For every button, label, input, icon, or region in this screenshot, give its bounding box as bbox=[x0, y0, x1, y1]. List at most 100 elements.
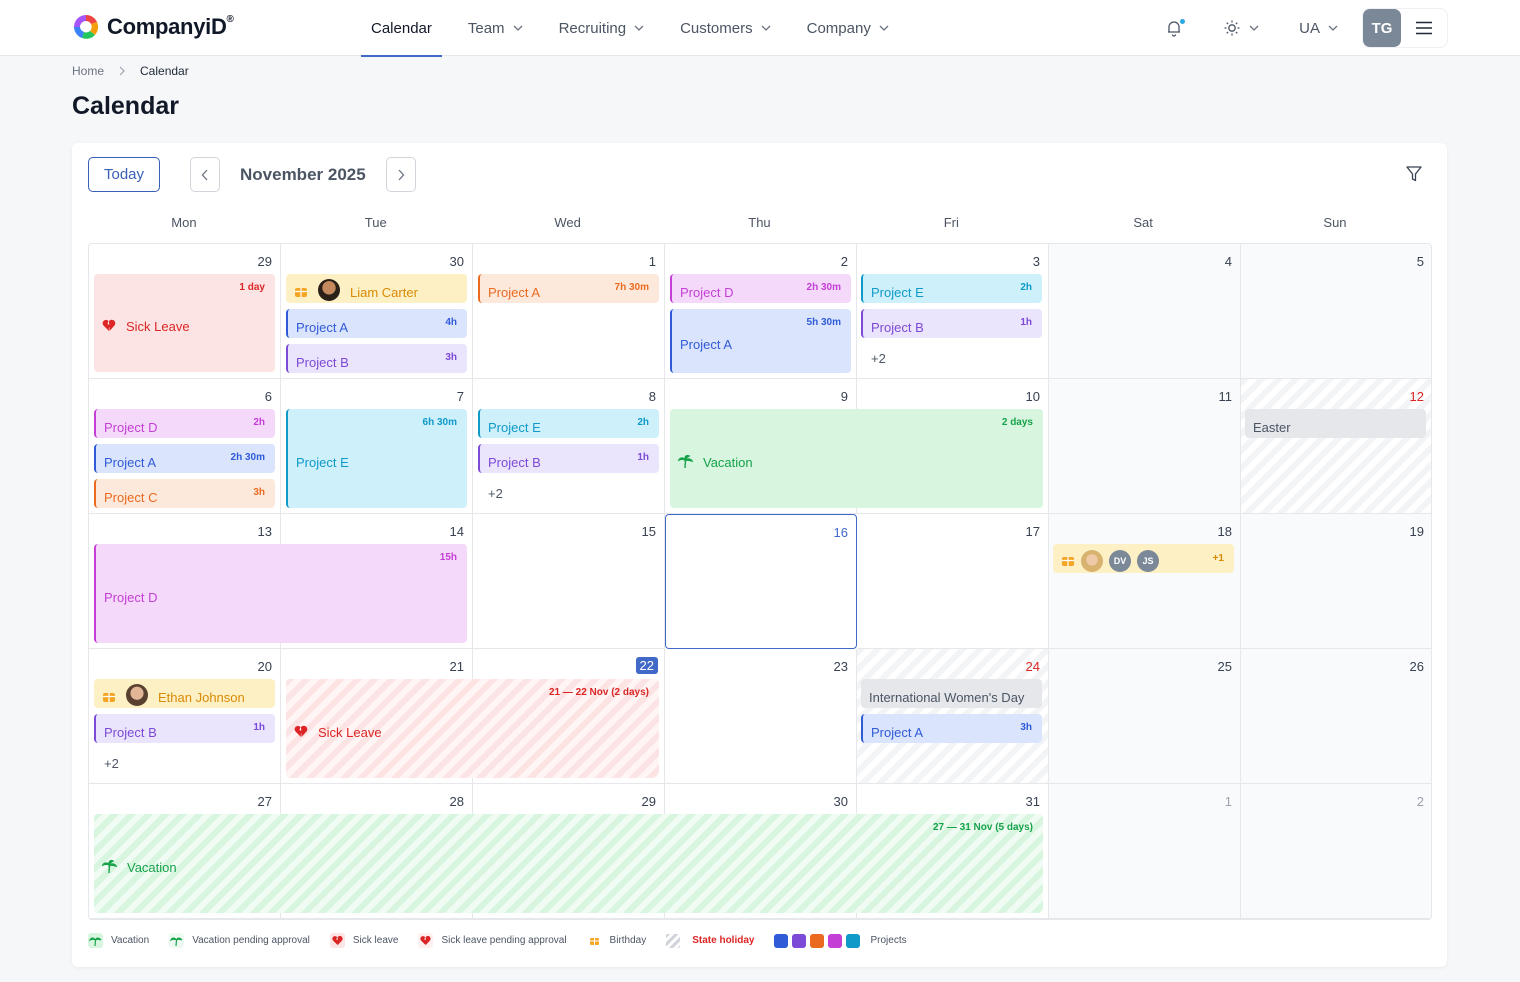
day-number: 4 bbox=[1224, 254, 1232, 269]
user-avatar[interactable]: TG bbox=[1363, 9, 1401, 47]
today-button[interactable]: Today bbox=[88, 157, 160, 192]
project-event[interactable]: Project B 1h bbox=[94, 714, 275, 743]
day-number: 15 bbox=[641, 524, 656, 539]
current-month: November 2025 bbox=[240, 164, 366, 184]
project-event[interactable]: Project B 1h bbox=[861, 309, 1042, 338]
day-number: 19 bbox=[1409, 524, 1424, 539]
weekday-label: Thu bbox=[748, 215, 771, 230]
nav-recruiting[interactable]: Recruiting bbox=[549, 0, 655, 56]
day-number: 11 bbox=[1218, 389, 1233, 404]
top-header: CompanyiD® Calendar Team Recruiting Cust… bbox=[0, 0, 1520, 57]
broken-heart-icon bbox=[294, 725, 308, 737]
day-number: 29 bbox=[641, 794, 656, 809]
more-events-link[interactable]: +2 bbox=[871, 351, 886, 366]
nav-team[interactable]: Team bbox=[458, 0, 533, 56]
next-month-button[interactable] bbox=[385, 157, 416, 192]
legend-projects: Projects bbox=[774, 933, 907, 948]
day-cell[interactable]: 17 bbox=[857, 514, 1049, 649]
nav-company[interactable]: Company bbox=[797, 0, 899, 56]
day-cell[interactable]: 12 bbox=[1241, 379, 1431, 514]
day-number: 24 bbox=[1025, 659, 1040, 674]
day-cell[interactable]: 25 bbox=[1049, 649, 1241, 784]
sick-leave-pending-event[interactable]: Sick Leave 21 — 22 Nov (2 days) bbox=[286, 679, 659, 778]
day-cell[interactable]: 11 bbox=[1049, 379, 1241, 514]
nav-customers[interactable]: Customers bbox=[670, 0, 781, 56]
day-number: 26 bbox=[1409, 659, 1424, 674]
day-number: 5 bbox=[1416, 254, 1424, 269]
project-swatch bbox=[792, 933, 807, 948]
project-event[interactable]: Project C 3h bbox=[94, 479, 275, 508]
day-cell[interactable]: 15 bbox=[473, 514, 665, 649]
project-event[interactable]: Project E 6h 30m bbox=[286, 409, 467, 508]
day-cell[interactable]: 26 bbox=[1241, 649, 1431, 784]
day-cell[interactable]: 5 bbox=[1241, 244, 1431, 379]
day-cell[interactable]: 23 bbox=[665, 649, 857, 784]
project-event[interactable]: Project D 2h 30m bbox=[670, 274, 851, 303]
project-swatch bbox=[828, 933, 843, 948]
project-event[interactable]: Project D 2h bbox=[94, 409, 275, 438]
company-logo[interactable]: CompanyiD® bbox=[71, 12, 234, 42]
day-cell[interactable]: 19 bbox=[1241, 514, 1431, 649]
day-cell[interactable]: 1 bbox=[473, 244, 665, 379]
palm-tree-icon bbox=[88, 933, 103, 948]
sun-icon bbox=[1224, 20, 1240, 36]
vacation-event[interactable]: Vacation 2 days bbox=[670, 409, 1043, 508]
birthday-group-event[interactable]: DV JS +1 bbox=[1053, 544, 1234, 573]
legend-sick-leave-pending: Sick leave pending approval bbox=[418, 933, 567, 948]
vacation-pending-event[interactable]: Vacation 27 — 31 Nov (5 days) bbox=[94, 814, 1043, 913]
day-cell[interactable]: 2 bbox=[1241, 784, 1431, 919]
project-event[interactable]: Project A 2h 30m bbox=[94, 444, 275, 473]
project-event[interactable]: Project E 2h bbox=[478, 409, 659, 438]
legend-vacation: Vacation bbox=[88, 933, 149, 948]
more-events-link[interactable]: +2 bbox=[488, 486, 503, 501]
project-swatch bbox=[810, 933, 825, 948]
chevron-down-icon bbox=[1328, 25, 1338, 31]
palm-tree-icon bbox=[678, 454, 693, 468]
chevron-down-icon bbox=[761, 25, 771, 31]
filter-icon[interactable] bbox=[1405, 165, 1423, 183]
day-number: 14 bbox=[449, 524, 464, 539]
menu-button[interactable] bbox=[1401, 9, 1447, 47]
project-event[interactable]: Project A 4h bbox=[286, 309, 467, 338]
project-event[interactable]: Project D 15h bbox=[94, 544, 467, 643]
nav-calendar[interactable]: Calendar bbox=[361, 0, 442, 57]
day-number: 30 bbox=[449, 254, 464, 269]
day-number: 23 bbox=[833, 659, 848, 674]
legend-birthday: Birthday bbox=[587, 933, 646, 948]
calendar-legend: Vacation Vacation pending approval Sick … bbox=[88, 933, 927, 948]
sick-leave-event[interactable]: Sick Leave 1 day bbox=[94, 274, 275, 372]
day-number: 25 bbox=[1217, 659, 1232, 674]
logo-text: CompanyiD® bbox=[107, 14, 234, 39]
language-select[interactable]: UA bbox=[1289, 8, 1348, 48]
holiday-event[interactable]: Easter bbox=[1245, 409, 1426, 438]
birthday-event[interactable]: Liam Carter bbox=[286, 274, 467, 303]
day-number: 20 bbox=[257, 659, 272, 674]
more-events-link[interactable]: +2 bbox=[104, 756, 119, 771]
project-event[interactable]: Project E 2h bbox=[861, 274, 1042, 303]
avatar: DV bbox=[1109, 549, 1131, 572]
notifications-button[interactable] bbox=[1155, 8, 1193, 48]
user-menu[interactable]: TG bbox=[1362, 8, 1448, 48]
day-number: 2 bbox=[1416, 794, 1424, 809]
chevron-right-icon bbox=[119, 66, 125, 76]
weekday-label: Sun bbox=[1323, 215, 1347, 230]
theme-toggle[interactable] bbox=[1213, 8, 1269, 48]
prev-month-button[interactable] bbox=[190, 157, 220, 192]
project-event[interactable]: Project A 7h 30m bbox=[478, 274, 659, 303]
day-number: 22 bbox=[635, 657, 658, 674]
project-event[interactable]: Project A 5h 30m bbox=[670, 309, 851, 373]
day-cell[interactable]: 1 bbox=[1049, 784, 1241, 919]
day-cell[interactable]: 4 bbox=[1049, 244, 1241, 379]
day-number: 30 bbox=[833, 794, 848, 809]
holiday-event[interactable]: International Women's Day bbox=[861, 679, 1042, 708]
breadcrumb-home[interactable]: Home bbox=[72, 64, 104, 78]
birthday-event[interactable]: Ethan Johnson bbox=[94, 679, 275, 708]
calendar-card: Today November 2025 Mon Tue Wed Thu Fri … bbox=[72, 143, 1447, 967]
broken-heart-icon bbox=[102, 319, 116, 331]
day-cell[interactable]: 18 bbox=[1049, 514, 1241, 649]
project-event[interactable]: Project B 1h bbox=[478, 444, 659, 473]
project-event[interactable]: Project A 3h bbox=[861, 714, 1042, 743]
day-number: 1 bbox=[648, 254, 656, 269]
project-event[interactable]: Project B 3h bbox=[286, 344, 467, 373]
day-cell[interactable]: 16 bbox=[665, 514, 857, 649]
